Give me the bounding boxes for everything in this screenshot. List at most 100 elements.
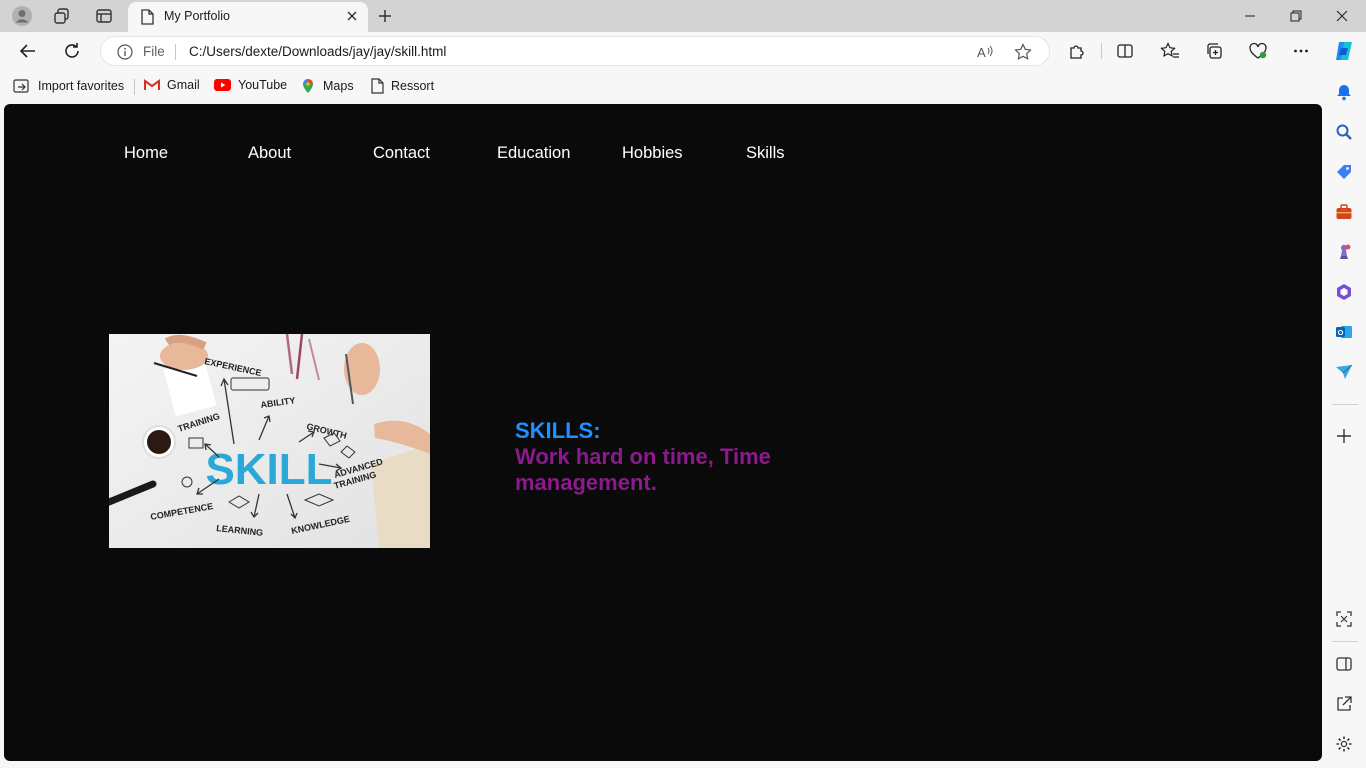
bell-icon	[1337, 85, 1351, 101]
open-external-button[interactable]	[1333, 693, 1355, 715]
favorite-ressort[interactable]: Ressort	[370, 78, 434, 94]
close-window-button[interactable]	[1322, 4, 1362, 28]
favorites-list-icon	[1160, 42, 1179, 58]
toolbar-divider	[1101, 43, 1102, 59]
collections-icon	[1207, 43, 1222, 59]
puzzle-icon	[1070, 45, 1084, 59]
extensions-button[interactable]	[1063, 37, 1091, 65]
skill-illustration-image: SKILL EXPERIENCE ABILITY TRAINING GROWTH…	[109, 334, 430, 548]
workspaces-button[interactable]	[48, 4, 76, 28]
page-icon	[140, 9, 154, 30]
sidebar-divider	[1332, 641, 1358, 642]
title-bar: My Portfolio	[0, 0, 1366, 32]
split-screen-icon	[1336, 657, 1352, 671]
more-icon	[1294, 49, 1308, 53]
hide-sidebar-button[interactable]	[1333, 653, 1355, 675]
shopping-button[interactable]	[1333, 161, 1355, 183]
tools-button[interactable]	[1333, 201, 1355, 223]
settings-icon	[1336, 736, 1352, 752]
screenshot-icon	[1336, 611, 1352, 627]
restore-button[interactable]	[1276, 4, 1316, 28]
drop-button[interactable]	[1333, 361, 1355, 383]
profile-button[interactable]	[8, 4, 36, 28]
copilot-icon	[1337, 284, 1351, 300]
youtube-icon	[214, 79, 231, 91]
copilot-button[interactable]	[1330, 37, 1358, 65]
new-tab-button[interactable]	[374, 5, 396, 27]
read-aloud-icon[interactable]: A	[975, 42, 995, 62]
svg-text:O: O	[1338, 328, 1344, 337]
search-button[interactable]	[1333, 121, 1355, 143]
nav-link-about[interactable]: About	[248, 144, 291, 163]
favorites-button[interactable]	[1156, 37, 1184, 65]
close-icon	[1336, 10, 1348, 22]
address-divider	[175, 44, 176, 60]
page-icon	[371, 78, 384, 94]
import-icon	[13, 79, 29, 93]
page-viewport: Home About Contact Education Hobbies Ski…	[4, 104, 1322, 761]
nav-link-home[interactable]: Home	[124, 144, 168, 163]
minimize-icon	[1245, 15, 1255, 17]
svg-text:A: A	[977, 45, 986, 60]
sidebar-settings-button[interactable]	[1333, 733, 1355, 755]
favorite-label: Ressort	[391, 79, 435, 93]
refresh-button[interactable]	[58, 37, 86, 65]
more-menu-button[interactable]	[1287, 37, 1315, 65]
scheme-label: File	[143, 44, 165, 59]
nav-link-education[interactable]: Education	[497, 144, 570, 163]
info-icon[interactable]	[117, 44, 133, 65]
skills-description: Work hard on time, Time management.	[515, 444, 771, 495]
nav-link-skills[interactable]: Skills	[746, 144, 785, 163]
profile-icon	[12, 6, 32, 26]
refresh-icon	[65, 43, 79, 58]
add-icon	[1337, 429, 1351, 443]
sidebar-divider	[1332, 404, 1358, 405]
tab-title: My Portfolio	[164, 9, 230, 23]
outlook-icon: O	[1336, 326, 1352, 338]
microsoft-365-button[interactable]	[1333, 281, 1355, 303]
favorite-star-icon[interactable]	[1013, 42, 1033, 62]
add-sidebar-app-button[interactable]	[1333, 425, 1355, 447]
collections-button[interactable]	[1200, 37, 1228, 65]
maps-icon	[303, 79, 313, 93]
vertical-tabs-icon	[96, 9, 112, 23]
tag-icon	[1337, 165, 1351, 179]
close-tab-icon[interactable]	[344, 8, 360, 24]
search-icon	[1336, 124, 1352, 140]
skills-heading: SKILLS:	[515, 418, 601, 443]
back-button[interactable]	[14, 37, 42, 65]
window-bottom-edge	[0, 761, 1322, 768]
plus-icon	[379, 10, 391, 22]
heart-pulse-icon	[1249, 42, 1267, 59]
favorite-import-favorites[interactable]: Import favorites	[13, 78, 124, 94]
browser-essentials-button[interactable]	[1244, 37, 1272, 65]
nav-link-hobbies[interactable]: Hobbies	[622, 144, 683, 163]
navigation-bar: File C:/Users/dexte/Downloads/jay/jay/sk…	[0, 32, 1366, 70]
gmail-icon	[144, 79, 160, 90]
minimize-button[interactable]	[1230, 4, 1270, 28]
nav-link-contact[interactable]: Contact	[373, 144, 430, 163]
favorite-label: Import favorites	[38, 79, 125, 93]
url-text[interactable]: C:/Users/dexte/Downloads/jay/jay/skill.h…	[189, 44, 446, 59]
notifications-button[interactable]	[1333, 81, 1355, 103]
favorite-label: YouTube	[238, 78, 288, 92]
split-screen-button[interactable]	[1111, 37, 1139, 65]
external-link-icon	[1337, 696, 1352, 711]
favorite-youtube[interactable]: YouTube	[214, 78, 287, 92]
briefcase-icon	[1336, 204, 1352, 219]
favorite-maps[interactable]: Maps	[300, 78, 354, 94]
favorite-label: Maps	[323, 79, 354, 93]
favorites-divider	[134, 79, 135, 95]
favorite-label: Gmail	[167, 78, 200, 92]
games-button[interactable]	[1333, 241, 1355, 263]
outlook-button[interactable]: O	[1333, 321, 1355, 343]
screenshot-button[interactable]	[1333, 608, 1355, 630]
favorite-gmail[interactable]: Gmail	[144, 78, 200, 92]
tab-my-portfolio[interactable]: My Portfolio	[128, 2, 368, 32]
back-arrow-icon	[19, 44, 35, 58]
workspaces-icon	[54, 8, 69, 24]
chess-icon	[1340, 244, 1351, 259]
skill-word: SKILL	[205, 445, 332, 494]
tab-actions-button[interactable]	[90, 4, 118, 28]
address-bar[interactable]: File C:/Users/dexte/Downloads/jay/jay/sk…	[100, 36, 1050, 66]
